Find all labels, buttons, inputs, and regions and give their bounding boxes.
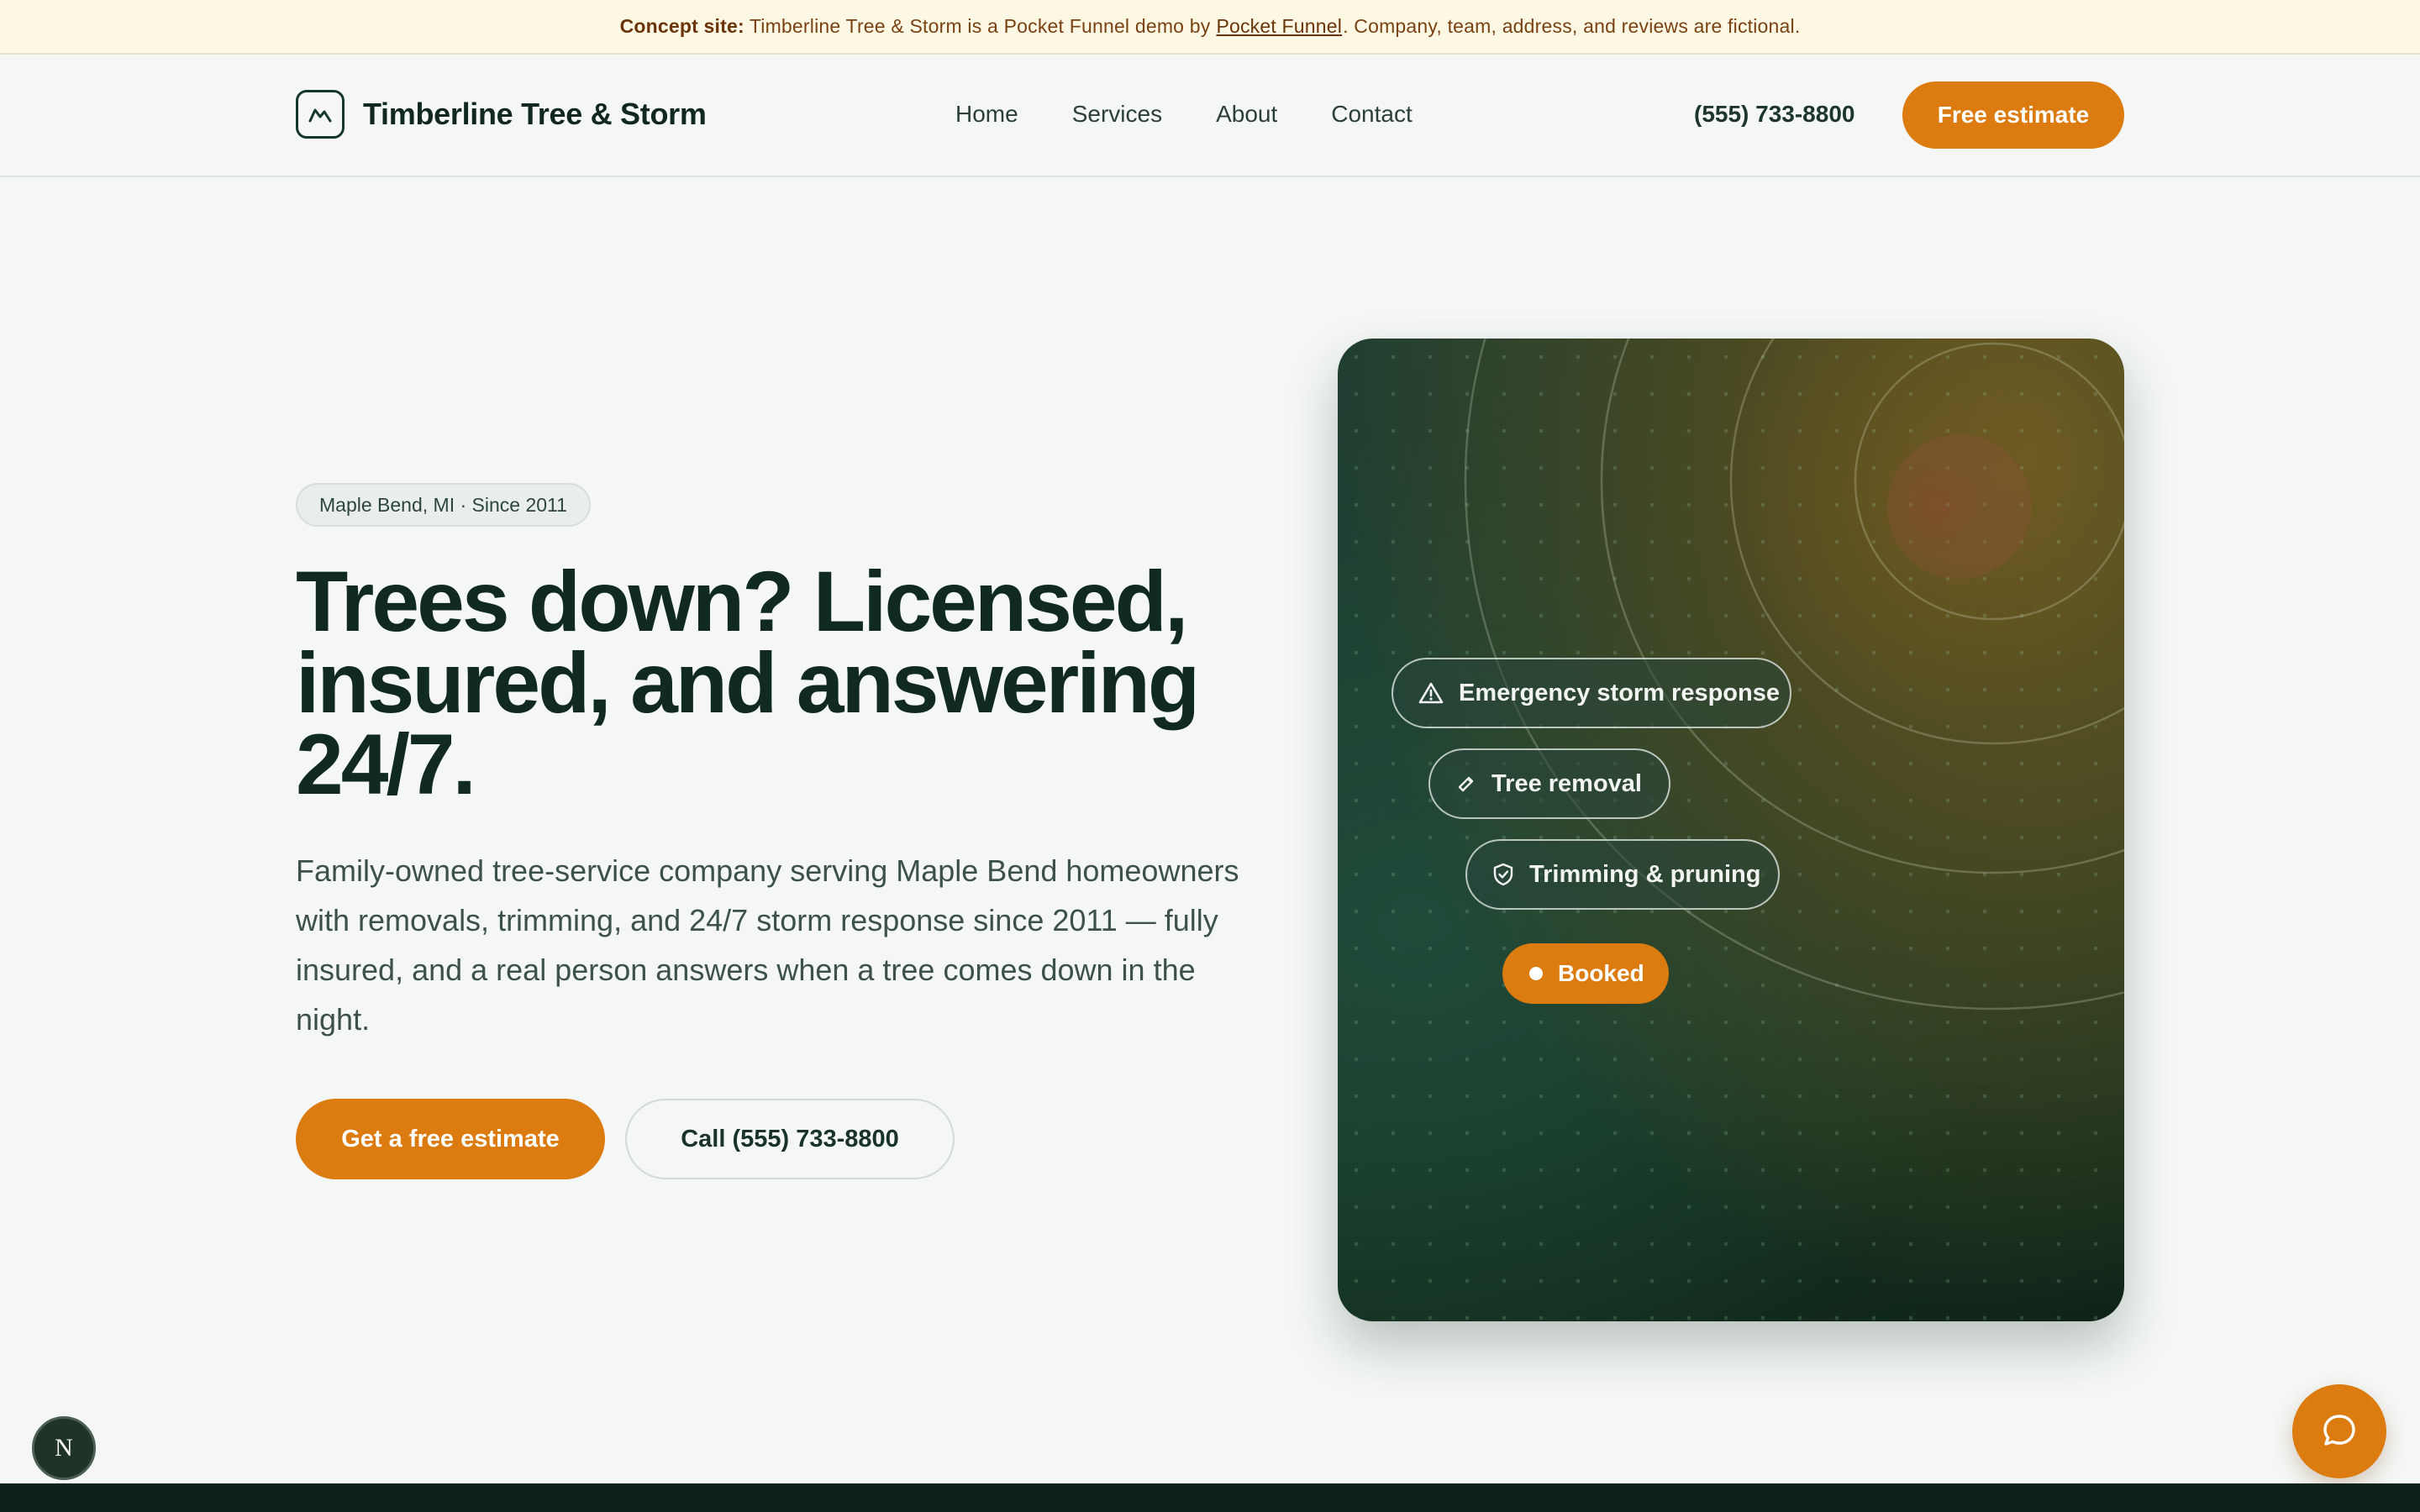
status-dot-icon [1529, 967, 1543, 980]
main-nav: Home Services About Contact [955, 101, 1466, 128]
chat-bubble-icon [2319, 1410, 2360, 1453]
pocket-funnel-link[interactable]: Pocket Funnel [1216, 15, 1342, 38]
brand-name: Timberline Tree & Storm [363, 97, 707, 131]
hero-visual-card: Emergency storm response Tree removal Tr… [1338, 339, 2124, 1321]
hero-title: Trees down? Licensed, insured, and answe… [296, 554, 1200, 812]
saw-icon [1455, 769, 1476, 798]
concept-disclaimer: . Company, team, address, and reviews ar… [1343, 15, 1801, 37]
hero-description: Family-owned tree-service company servin… [296, 853, 1239, 1037]
chip-trimming-pruning: Trimming & pruning [1465, 839, 1780, 910]
booked-label: Booked [1558, 960, 1644, 986]
booked-status-pill: Booked [1502, 943, 1669, 1004]
n-logo-badge[interactable]: N [32, 1416, 96, 1480]
page: Concept site: Timberline Tree & Storm is… [0, 0, 2420, 1512]
chip-emergency-storm-response: Emergency storm response [1392, 658, 1791, 728]
call-phone-button[interactable]: Call (555) 733-8800 [625, 1099, 955, 1179]
nav-services[interactable]: Services [1072, 101, 1162, 128]
shield-check-icon [1492, 860, 1514, 889]
footer-strip [0, 1483, 2420, 1512]
get-free-estimate-button[interactable]: Get a free estimate [296, 1099, 605, 1179]
header-phone-link[interactable]: (555) 733-8800 [1694, 101, 1854, 128]
nav-home[interactable]: Home [955, 101, 1018, 128]
free-estimate-button[interactable]: Free estimate [1902, 81, 2124, 149]
location-badge: Maple Bend, MI · Since 2011 [296, 483, 591, 527]
nav-contact[interactable]: Contact [1331, 101, 1413, 128]
concept-banner: Concept site: Timberline Tree & Storm is… [0, 0, 2420, 55]
concept-text: Timberline Tree & Storm is a Pocket Funn… [749, 15, 1211, 37]
chip-label: Tree removal [1491, 769, 1642, 797]
chat-button[interactable] [2292, 1384, 2386, 1478]
concept-label: Concept site: [619, 15, 744, 37]
card-decoration [1338, 339, 2124, 1321]
chip-label: Emergency storm response [1459, 679, 1780, 706]
chip-tree-removal: Tree removal [1428, 748, 1670, 819]
brand-link[interactable]: Timberline Tree & Storm [296, 90, 707, 139]
mountain-logo-icon [296, 90, 345, 139]
chip-label: Trimming & pruning [1529, 860, 1761, 888]
nav-about[interactable]: About [1216, 101, 1277, 128]
site-header: Timberline Tree & Storm Home Services Ab… [0, 55, 2420, 177]
warning-triangle-icon [1418, 679, 1444, 707]
